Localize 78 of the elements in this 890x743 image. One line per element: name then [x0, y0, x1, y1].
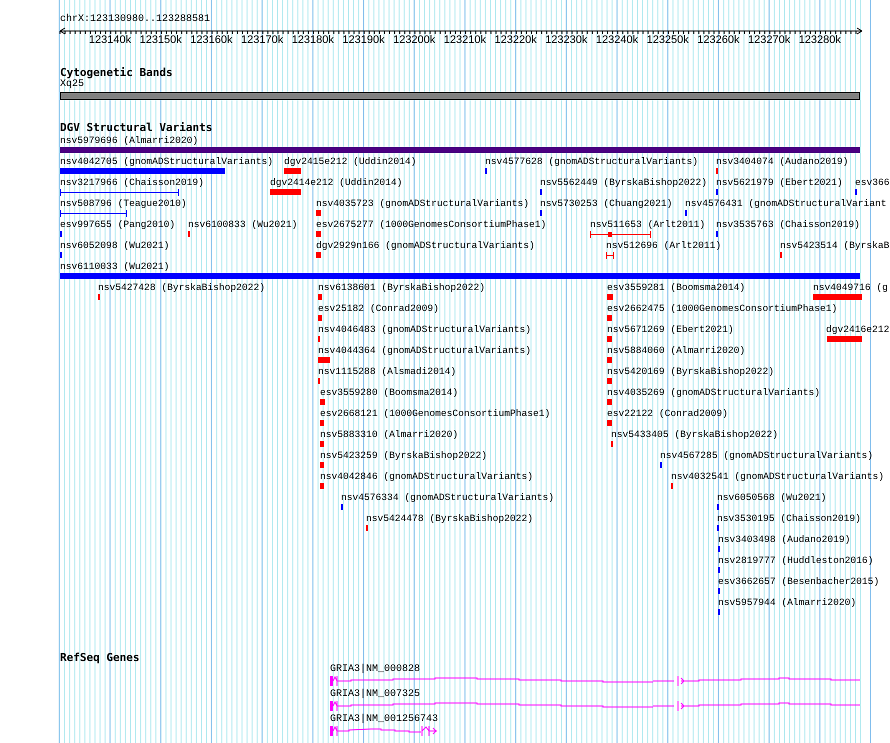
- variant-label: nsv512696 (Arlt2011): [606, 240, 722, 251]
- ruler-tick-label: 123220k: [494, 34, 537, 46]
- variant-label: nsv2819777 (Huddleston2016): [718, 555, 874, 566]
- ruler-tick-label: 123260k: [697, 34, 740, 46]
- variant-label: nsv4576334 (gnomADStructuralVariants): [341, 492, 554, 503]
- track-title: DGV Structural Variants: [60, 122, 212, 134]
- variant-label: nsv5957944 (Almarri2020): [718, 597, 856, 608]
- variant-label: nsv4042705 (gnomADStructuralVariants): [60, 156, 274, 167]
- variant-label: esv3559280 (Boomsma2014): [320, 387, 458, 398]
- variant-label: nsv6100833 (Wu2021): [188, 219, 298, 230]
- variant-label: nsv4049716 (g: [813, 282, 888, 293]
- variant-label: nsv3535763 (Chaisson2019): [716, 219, 860, 230]
- variant-label: nsv4046483 (gnomADStructuralVariants): [318, 324, 532, 335]
- ruler-tick-label: 123280k: [798, 34, 841, 46]
- variant-label: nsv4035723 (gnomADStructuralVariants): [316, 198, 530, 209]
- ruler-tick-label: 123160k: [190, 34, 232, 46]
- variant-label: nsv511653 (Arlt2011): [590, 219, 706, 230]
- transcript-label: GRIA3|NM_007325: [330, 689, 420, 700]
- variant-label: nsv6052098 (Wu2021): [60, 240, 170, 251]
- variant-label: nsv5671269 (Ebert2021): [607, 324, 734, 335]
- ruler-tick-label: 123150k: [140, 34, 182, 46]
- variant-label: esv2675277 (1000GenomesConsortiumPhase1): [316, 219, 546, 230]
- ruler-tick-label: 123240k: [596, 34, 638, 46]
- variant-label: nsv5433405 (ByrskaBishop2022): [611, 429, 778, 440]
- ruler-tick-label: 123250k: [646, 34, 689, 46]
- ruler-tick-label: 123200k: [393, 34, 436, 46]
- ruler-tick-label: 123180k: [292, 34, 334, 46]
- variant-label: nsv5884060 (Almarri2020): [607, 345, 746, 356]
- variant-label: nsv4567285 (gnomADStructuralVariants): [660, 450, 874, 461]
- ruler-tick-label: 123190k: [342, 34, 385, 46]
- variant-label: nsv5562449 (ByrskaBishop2022): [540, 177, 707, 188]
- variant-label: esv997655 (Pang2010): [60, 219, 176, 230]
- position-label: chrX:123130980..123288581: [60, 14, 210, 25]
- ruler-tick-label: 123170k: [240, 34, 284, 46]
- variant-label: nsv4044364 (gnomADStructuralVariants): [318, 345, 532, 356]
- variant-label: nsv508796 (Teague2010): [60, 198, 187, 209]
- variant-label: esv366: [855, 177, 890, 188]
- variant-label: nsv6138601 (ByrskaBishop2022): [318, 282, 485, 293]
- variant-label: nsv1115288 (Alsmadi2014): [318, 366, 456, 377]
- ruler-tick-label: 123140k: [88, 34, 132, 46]
- variant-label: esv3559281 (Boomsma2014): [607, 282, 746, 293]
- ruler-tick-label: 123230k: [545, 34, 588, 46]
- variant-label: nsv5883310 (Almarri2020): [320, 429, 458, 440]
- ruler-tick-label: 123210k: [444, 34, 486, 46]
- variant-label: dgv2929n166 (gnomADStructuralVariants): [316, 240, 535, 251]
- variant-label: esv2668121 (1000GenomesConsortiumPhase1): [320, 408, 550, 419]
- ruler-tick-label: 123270k: [748, 34, 790, 46]
- track-title: Cytogenetic Bands: [60, 67, 173, 79]
- variant-label: dgv2415e212 (Uddin2014): [284, 156, 416, 167]
- transcript-label: GRIA3|NM_000828: [330, 664, 420, 675]
- variant-label: esv25182 (Conrad2009): [318, 303, 439, 314]
- variant-label: esv22122 (Conrad2009): [607, 408, 728, 419]
- variant-label: nsv5979696 (Almarri2020): [60, 135, 198, 146]
- variant-label: nsv4032541 (gnomADStructuralVariants): [671, 471, 884, 482]
- variant-label: nsv5420169 (ByrskaBishop2022): [607, 366, 774, 377]
- variant-label: nsv5423259 (ByrskaBishop2022): [320, 450, 487, 461]
- variant-label: nsv3530195 (Chaisson2019): [717, 513, 861, 524]
- variant-label: esv2662475 (1000GenomesConsortiumPhase1): [607, 303, 838, 314]
- variant-label: nsv3403498 (Audano2019): [718, 534, 850, 545]
- variant-label: nsv4577628 (gnomADStructuralVariants): [485, 156, 698, 167]
- variant-label: dgv2414e212 (Uddin2014): [270, 177, 402, 188]
- variant-label: nsv4576431 (gnomADStructuralVariant: [685, 198, 887, 209]
- variant-label: nsv5424478 (ByrskaBishop2022): [366, 513, 533, 524]
- variant-label: nsv4042846 (gnomADStructuralVariants): [320, 471, 534, 482]
- variant-label: nsv4035269 (gnomADStructuralVariants): [607, 387, 820, 398]
- variant-label: esv3662657 (Besenbacher2015): [718, 576, 880, 587]
- variant-label: nsv5730253 (Chuang2021): [540, 198, 672, 209]
- band-label: Xq25: [60, 79, 84, 90]
- variant-label: nsv6050568 (Wu2021): [717, 492, 826, 503]
- variant-label: nsv5621979 (Ebert2021): [716, 177, 843, 188]
- track-title: RefSeq Genes: [60, 652, 140, 664]
- variant-label: nsv3404074 (Audano2019): [716, 156, 848, 167]
- variant-label: nsv5423514 (ByrskaB: [780, 240, 890, 251]
- variant-label: nsv6110033 (Wu2021): [60, 261, 170, 272]
- transcript-label: GRIA3|NM_001256743: [330, 714, 438, 725]
- variant-label: nsv5427428 (ByrskaBishop2022): [98, 282, 265, 293]
- variant-label: dgv2416e212: [826, 324, 890, 335]
- variant-label: nsv3217966 (Chaisson2019): [60, 177, 204, 188]
